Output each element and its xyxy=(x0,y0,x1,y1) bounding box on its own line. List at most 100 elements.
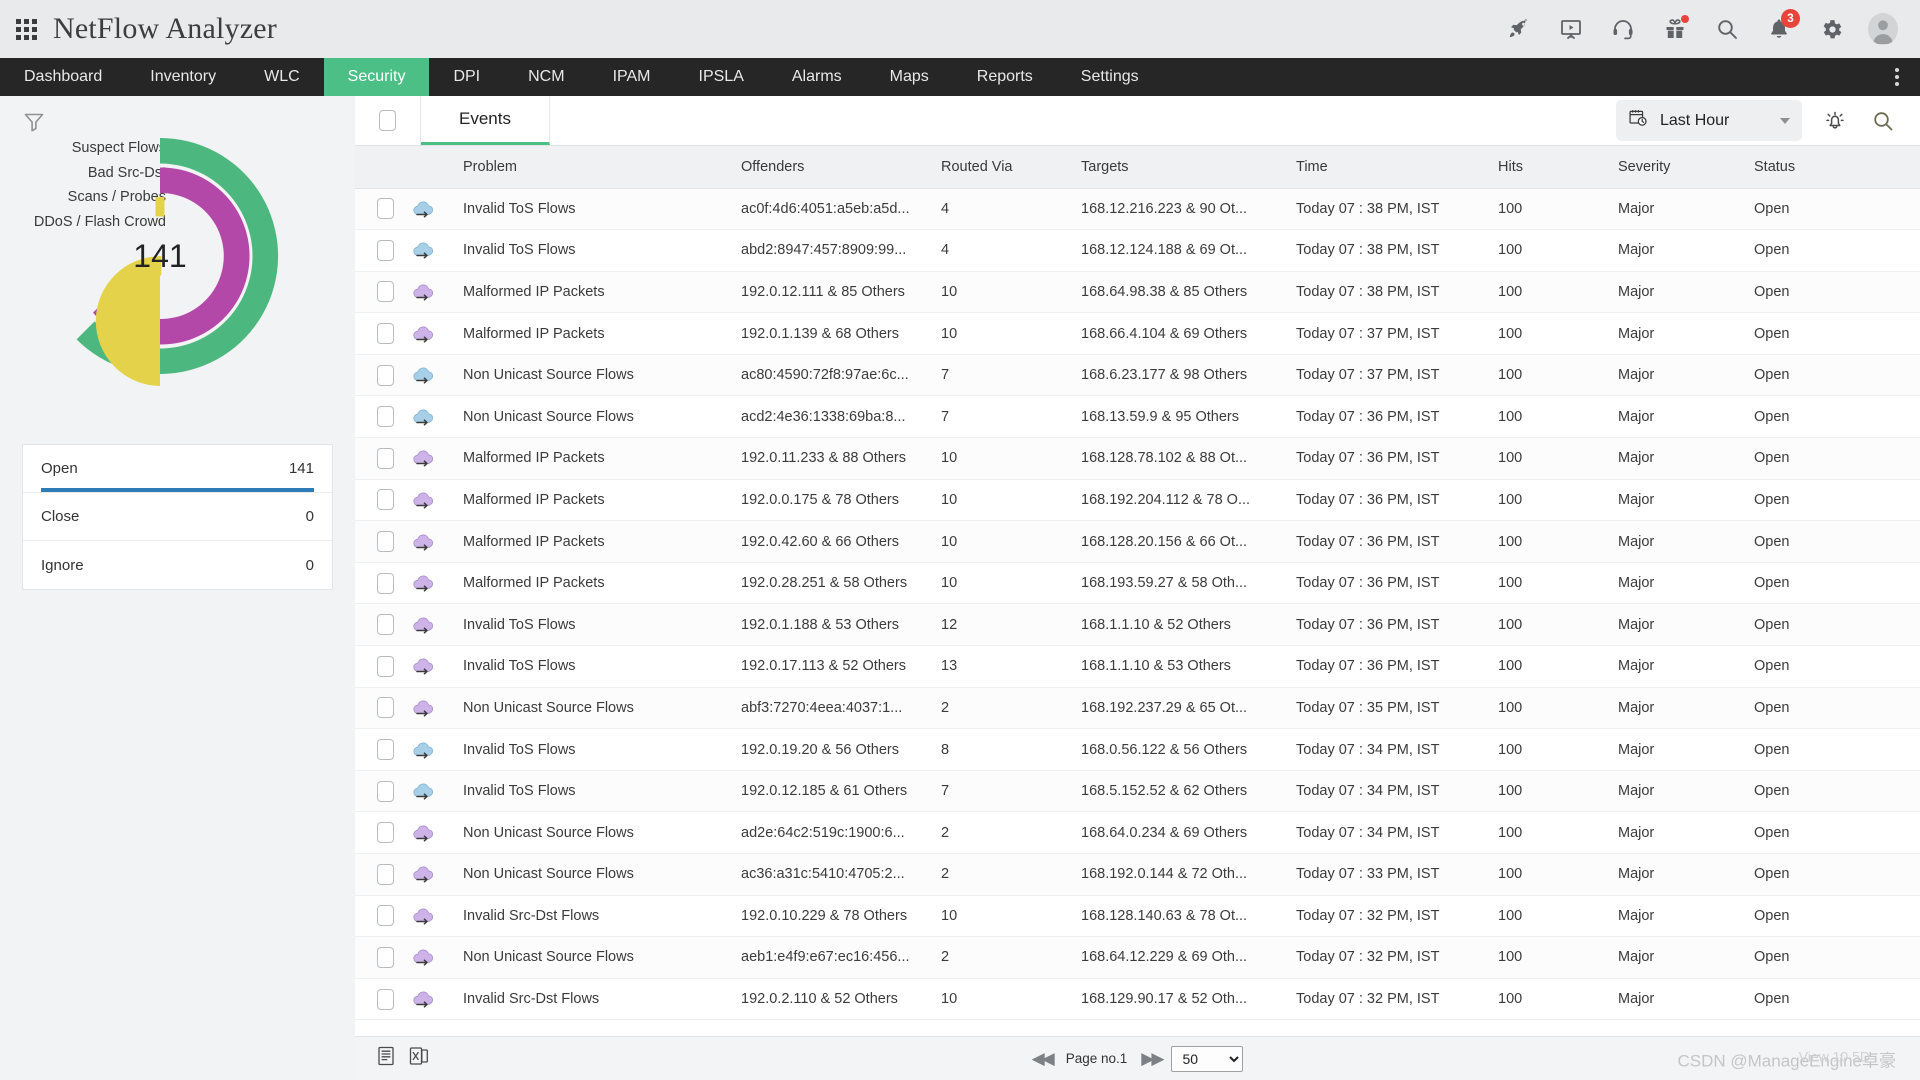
nav-item-ncm[interactable]: NCM xyxy=(504,58,588,96)
gear-settings-icon[interactable] xyxy=(1816,14,1846,44)
row-checkbox[interactable] xyxy=(377,364,394,386)
cell-hits: 100 xyxy=(1498,811,1618,854)
th-routed-via[interactable]: Routed Via xyxy=(941,146,1081,189)
row-checkbox[interactable] xyxy=(377,697,394,719)
nav-item-settings[interactable]: Settings xyxy=(1057,58,1163,96)
nav-item-dpi[interactable]: DPI xyxy=(429,58,504,96)
rocket-icon[interactable] xyxy=(1504,14,1534,44)
table-row[interactable]: Non Unicast Source Flows acd2:4e36:1338:6… xyxy=(355,395,1920,439)
th-time[interactable]: Time xyxy=(1296,146,1498,189)
status-row-open[interactable]: Open 141 xyxy=(23,445,332,493)
first-page-button[interactable]: ◀◀ xyxy=(1032,1049,1055,1069)
presentation-play-icon[interactable] xyxy=(1556,14,1586,44)
events-table-scroll[interactable]: Problem Offenders Routed Via Targets Tim… xyxy=(355,146,1920,1036)
table-row[interactable]: Malformed IP Packets 192.0.28.251 & 58 Ot… xyxy=(355,562,1920,605)
th-severity[interactable]: Severity xyxy=(1618,146,1754,189)
nav-item-reports[interactable]: Reports xyxy=(953,58,1057,96)
row-checkbox[interactable] xyxy=(377,489,394,511)
table-search-icon[interactable] xyxy=(1868,106,1898,136)
nav-item-wlc[interactable]: WLC xyxy=(240,58,324,96)
page-size-select[interactable]: 50100150200 xyxy=(1171,1045,1244,1072)
table-row[interactable]: Malformed IP Packets 192.0.42.60 & 66 Oth… xyxy=(355,520,1920,563)
nav-overflow-menu-icon[interactable] xyxy=(1884,58,1910,96)
row-checkbox-cell xyxy=(355,895,411,938)
cloud-ipv4-icon xyxy=(411,936,463,979)
table-row[interactable]: Malformed IP Packets 192.0.11.233 & 88 Ot… xyxy=(355,437,1920,480)
table-row[interactable]: Non Unicast Source Flows ac80:4590:72f8:9… xyxy=(355,354,1920,397)
row-checkbox[interactable] xyxy=(377,988,394,1010)
th-offenders[interactable]: Offenders xyxy=(741,146,941,189)
table-row[interactable]: Invalid ToS Flows 192.0.17.113 & 52 Other… xyxy=(355,645,1920,688)
table-row[interactable]: Invalid ToS Flows abd2:8947:457:8909:99..… xyxy=(355,229,1920,272)
cloud-ipv6-icon xyxy=(411,229,463,272)
row-checkbox[interactable] xyxy=(377,406,394,428)
table-row[interactable]: Invalid ToS Flows 192.0.19.20 & 56 Others… xyxy=(355,728,1920,771)
nav-item-ipsla[interactable]: IPSLA xyxy=(675,58,768,96)
cell-targets: 168.6.23.177 & 98 Others xyxy=(1081,354,1296,397)
th-hits[interactable]: Hits xyxy=(1498,146,1618,189)
row-checkbox[interactable] xyxy=(377,822,394,844)
grid-apps-icon[interactable] xyxy=(16,18,37,40)
table-row[interactable]: Invalid Src-Dst Flows 192.0.2.110 & 52 Ot… xyxy=(355,978,1920,1021)
headset-support-icon[interactable] xyxy=(1608,14,1638,44)
status-count-open: 141 xyxy=(288,460,314,477)
status-row-ignore[interactable]: Ignore 0 xyxy=(23,541,332,589)
cloud-ipv4-icon xyxy=(411,811,463,854)
row-checkbox[interactable] xyxy=(377,655,394,677)
row-checkbox[interactable] xyxy=(377,572,394,594)
cell-routed-via: 10 xyxy=(941,437,1081,480)
row-checkbox[interactable] xyxy=(377,531,394,553)
cell-status: Open xyxy=(1754,479,1920,522)
row-checkbox[interactable] xyxy=(377,239,394,261)
status-row-close[interactable]: Close 0 xyxy=(23,493,332,541)
table-row[interactable]: Invalid Src-Dst Flows 192.0.10.229 & 78 O… xyxy=(355,895,1920,938)
row-checkbox[interactable] xyxy=(377,281,394,303)
security-donut-chart: Suspect Flows Bad Src-Dst Scans / Probes… xyxy=(0,96,355,426)
table-row[interactable]: Malformed IP Packets 192.0.0.175 & 78 Oth… xyxy=(355,479,1920,522)
table-row[interactable]: Non Unicast Source Flows abf3:7270:4eea:4… xyxy=(355,687,1920,730)
date-range-selector[interactable]: Last Hour xyxy=(1616,100,1802,141)
cell-targets: 168.128.20.156 & 66 Ot... xyxy=(1081,520,1296,563)
row-checkbox[interactable] xyxy=(377,447,394,469)
row-checkbox[interactable] xyxy=(377,905,394,927)
cell-routed-via: 7 xyxy=(941,770,1081,813)
nav-item-dashboard[interactable]: Dashboard xyxy=(0,58,126,96)
nav-item-security[interactable]: Security xyxy=(323,58,430,96)
row-checkbox[interactable] xyxy=(377,614,394,636)
cell-hits: 100 xyxy=(1498,853,1618,896)
table-row[interactable]: Non Unicast Source Flows ac36:a31c:5410:4… xyxy=(355,853,1920,896)
user-avatar-icon[interactable] xyxy=(1868,13,1898,45)
row-checkbox[interactable] xyxy=(377,780,394,802)
row-checkbox-cell xyxy=(355,312,411,355)
notification-bell-icon[interactable]: 3 xyxy=(1764,9,1800,44)
table-row[interactable]: Non Unicast Source Flows ad2e:64c2:519c:1… xyxy=(355,811,1920,854)
next-page-button[interactable]: ▶▶ xyxy=(1141,1049,1164,1069)
gift-icon[interactable] xyxy=(1660,14,1690,44)
nav-item-inventory[interactable]: Inventory xyxy=(126,58,240,96)
alarm-bell-icon[interactable] xyxy=(1820,106,1850,136)
row-checkbox[interactable] xyxy=(377,946,394,968)
nav-item-alarms[interactable]: Alarms xyxy=(768,58,866,96)
export-excel-icon[interactable] xyxy=(409,1046,429,1071)
export-pdf-icon[interactable] xyxy=(377,1046,395,1071)
row-checkbox[interactable] xyxy=(377,198,394,220)
table-row[interactable]: Invalid ToS Flows 192.0.12.185 & 61 Other… xyxy=(355,770,1920,813)
th-targets[interactable]: Targets xyxy=(1081,146,1296,189)
table-row[interactable]: Non Unicast Source Flows aeb1:e4f9:e67:ec… xyxy=(355,936,1920,979)
table-row[interactable]: Invalid ToS Flows ac0f:4d6:4051:a5eb:a5d.… xyxy=(355,188,1920,231)
row-checkbox[interactable] xyxy=(377,863,394,885)
table-row[interactable]: Malformed IP Packets 192.0.1.139 & 68 Oth… xyxy=(355,312,1920,355)
th-problem[interactable]: Problem xyxy=(463,146,741,189)
row-checkbox[interactable] xyxy=(377,323,394,345)
tab-events[interactable]: Events xyxy=(421,96,550,145)
nav-item-ipam[interactable]: IPAM xyxy=(589,58,675,96)
row-checkbox[interactable] xyxy=(377,739,394,761)
table-row[interactable]: Malformed IP Packets 192.0.12.111 & 85 Ot… xyxy=(355,271,1920,314)
th-checkbox xyxy=(355,146,411,189)
th-status[interactable]: Status xyxy=(1754,146,1920,189)
select-all-checkbox[interactable] xyxy=(379,110,396,131)
nav-item-maps[interactable]: Maps xyxy=(866,58,953,96)
cell-routed-via: 7 xyxy=(941,395,1081,439)
search-icon[interactable] xyxy=(1712,14,1742,44)
table-row[interactable]: Invalid ToS Flows 192.0.1.188 & 53 Others… xyxy=(355,603,1920,647)
